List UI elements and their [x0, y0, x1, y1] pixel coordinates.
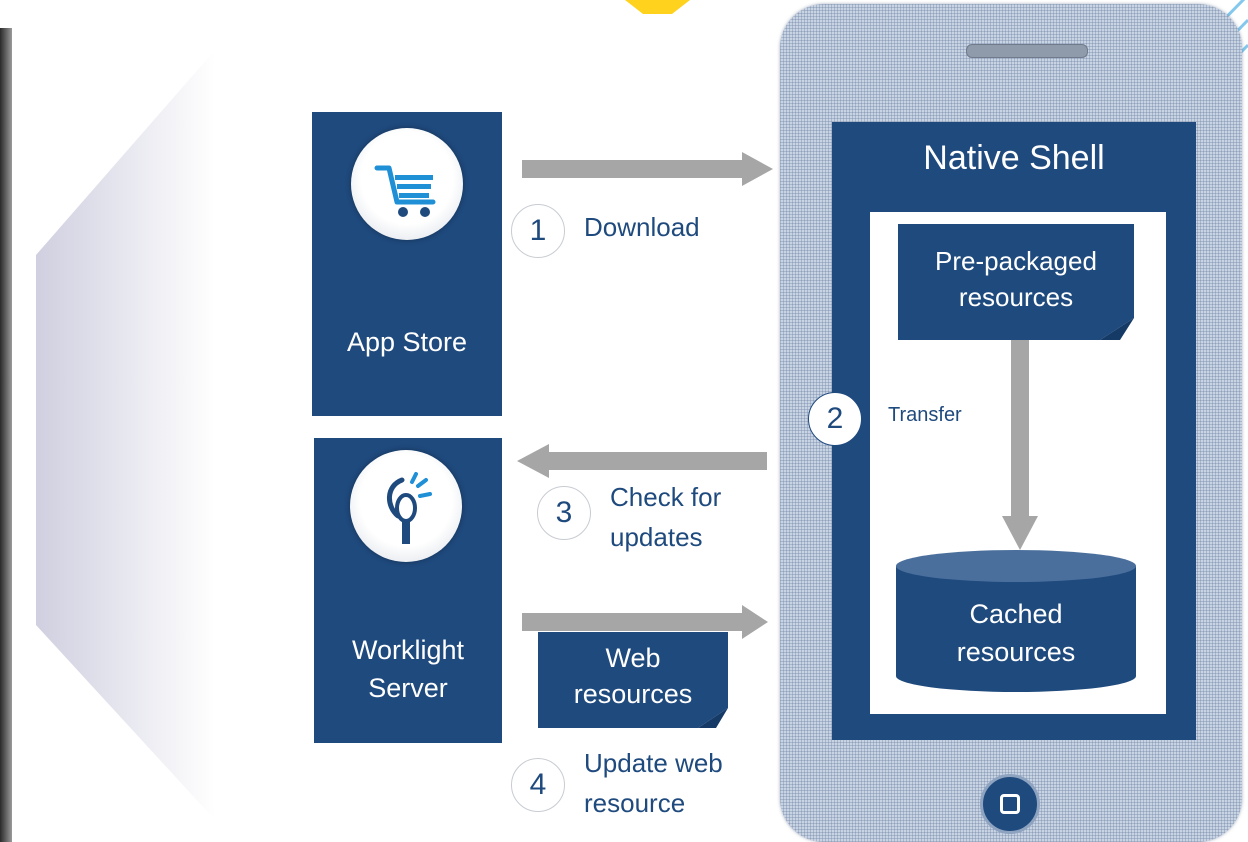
web-resources-line1: Web — [605, 643, 661, 673]
native-shell-title: Native Shell — [923, 139, 1105, 177]
doc-fold — [1100, 318, 1134, 340]
step-3-label-line2: updates — [610, 522, 703, 552]
worklight-label-line2: Server — [368, 673, 448, 703]
download-arrow — [522, 152, 773, 186]
yellow-accent — [625, 0, 690, 14]
app-store-panel: App Store — [312, 112, 502, 416]
step-2-number: 2 — [808, 392, 862, 446]
phone-device: Native Shell Pre-packaged resources Tran… — [780, 4, 1242, 842]
shopping-cart-icon — [351, 128, 463, 240]
native-shell-content: Pre-packaged resources Transfer Cached r… — [870, 212, 1166, 714]
step-1-number: 1 — [511, 204, 565, 258]
web-resources-doc: Web resources — [538, 632, 728, 728]
check-updates-arrow — [517, 444, 767, 478]
pre-packaged-line2: resources — [958, 282, 1074, 312]
step-4-number: 4 — [511, 758, 565, 812]
fan-shape — [36, 50, 215, 820]
step-4-label-line1: Update web — [584, 748, 723, 778]
web-resources-line2: resources — [573, 679, 693, 709]
worklight-server-panel: Worklight Server — [314, 438, 502, 743]
left-edge-bar — [0, 28, 12, 842]
home-button[interactable] — [980, 774, 1040, 834]
step-4-label-line2: resource — [584, 788, 686, 818]
worklight-label-line1: Worklight — [351, 635, 465, 665]
app-store-label: App Store — [346, 327, 468, 357]
step-3-number: 3 — [537, 486, 591, 540]
pre-packaged-doc: Pre-packaged resources — [898, 224, 1134, 340]
home-button-square-icon — [1000, 794, 1020, 814]
native-shell-panel: Native Shell Pre-packaged resources Tran… — [832, 122, 1196, 740]
phone-speaker — [966, 44, 1088, 58]
step-3-label-line1: Check for — [610, 482, 722, 512]
doc-fold — [698, 708, 728, 728]
transfer-arrow — [1002, 340, 1038, 550]
step-1-label: Download — [584, 212, 700, 242]
cached-resources-line2: resources — [956, 637, 1076, 667]
step-2-label: Transfer — [888, 404, 962, 426]
pre-packaged-line1: Pre-packaged — [935, 246, 1097, 276]
worklight-logo-icon — [350, 450, 462, 562]
cached-resources-line1: Cached — [969, 599, 1063, 629]
